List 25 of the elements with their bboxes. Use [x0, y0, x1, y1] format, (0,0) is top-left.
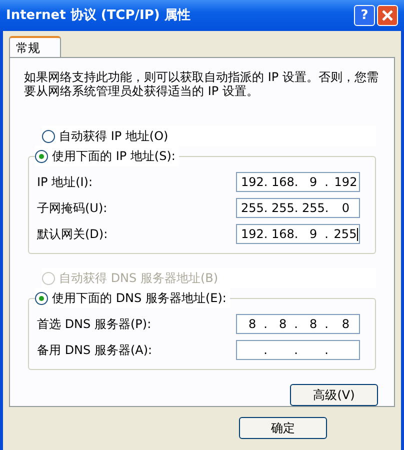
tab[interactable]: 常规: [9, 36, 61, 57]
ok-button[interactable]: 确定: [239, 417, 327, 439]
field-label: 首选 DNS 服务器(P):: [37, 316, 152, 333]
ip-address-field[interactable]: . . .: [236, 340, 360, 360]
ip-address-field[interactable]: 192. 168. 9 . 192: [236, 172, 360, 192]
radio-button[interactable]: [35, 292, 48, 304]
ip-address-field[interactable]: 255. 255. 255. 0: [236, 198, 360, 218]
radio-label: 使用下面的 IP 地址(S):: [52, 148, 176, 165]
description-text: 如果网络支持此功能，则可以获取自动指派的 IP 设置。否则，您需要从网络系统管理员处获得适当的 IP 设置。: [23, 69, 380, 98]
radio-label: 使用下面的 DNS 服务器地址(E):: [52, 290, 226, 307]
window-title: Internet 协议 (TCP/IP) 属性: [6, 6, 190, 25]
ip-address-field[interactable]: 8 . 8 . 8 . 8: [236, 314, 360, 334]
advanced-button[interactable]: 高级(V): [290, 384, 378, 406]
radio-label: 自动获得 IP 地址(O): [59, 128, 168, 145]
close-icon: [382, 10, 393, 21]
radio-label: 自动获得 DNS 服务器地址(B): [59, 270, 218, 287]
field-label: 备用 DNS 服务器(A):: [37, 342, 154, 359]
close-button[interactable]: [377, 5, 398, 26]
field-label: 默认网关(D):: [37, 226, 109, 243]
field-label: IP 地址(I):: [37, 174, 94, 191]
radio-button[interactable]: [42, 130, 55, 142]
ip-address-field[interactable]: 192. 168. 9 . 255: [236, 224, 360, 244]
field-label: 子网掩码(U):: [37, 200, 108, 217]
radio-button[interactable]: [35, 150, 48, 162]
help-button[interactable]: ?: [354, 5, 375, 26]
